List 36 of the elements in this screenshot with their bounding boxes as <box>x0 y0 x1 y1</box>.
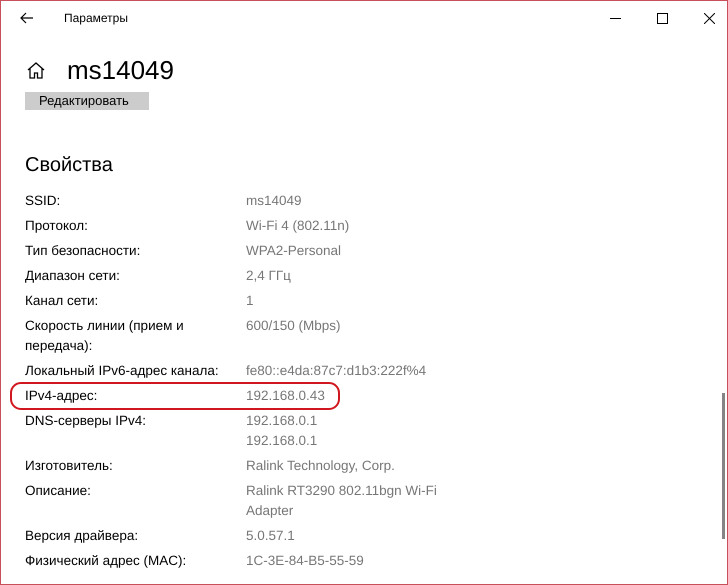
property-label: Скорость линии (прием и передача): <box>25 317 185 355</box>
property-value: Ralink Technology, Corp. <box>246 457 395 475</box>
property-value: 1 <box>246 292 254 310</box>
property-value: 192.168.0.1 <box>246 432 318 450</box>
property-value: Ralink RT3290 802.11bgn Wi-Fi Adapter <box>246 482 438 520</box>
property-value: 5.0.57.1 <box>246 527 295 545</box>
property-label: Тип безопасности: <box>25 242 142 260</box>
property-label: Описание: <box>25 482 92 500</box>
property-value: 192.168.0.43 <box>246 387 325 405</box>
property-label: Канал сети: <box>25 292 100 310</box>
property-label: Версия драйвера: <box>25 527 140 545</box>
property-label: IPv4-адрес: <box>25 387 98 405</box>
edit-button[interactable]: Редактировать <box>25 92 149 110</box>
property-label: SSID: <box>25 192 62 210</box>
home-icon[interactable] <box>27 62 45 79</box>
property-value: fe80::e4da:87c7:d1b3:222f%4 <box>246 362 426 380</box>
property-label: DNS-серверы IPv4: <box>25 412 148 430</box>
property-value: Wi-Fi 4 (802.11n) <box>246 217 350 235</box>
property-value: ms14049 <box>246 192 302 210</box>
scrollbar[interactable] <box>722 393 725 539</box>
maximize-icon[interactable] <box>657 12 668 24</box>
property-value: 192.168.0.1 <box>246 412 318 430</box>
property-value: 600/150 (Mbps) <box>246 317 341 335</box>
property-label: Физический адрес (MAC): <box>25 552 188 570</box>
property-value: WPA2-Personal <box>246 242 342 260</box>
property-label: Локальный IPv6-адрес канала: <box>25 362 220 380</box>
back-arrow-icon[interactable] <box>20 12 34 24</box>
property-label: Протокол: <box>25 217 89 235</box>
property-label: Диапазон сети: <box>25 267 121 285</box>
property-label: Изготовитель: <box>25 457 114 475</box>
section-heading: Свойства <box>25 154 114 177</box>
window-title: Параметры <box>64 11 128 25</box>
close-icon[interactable] <box>704 12 715 24</box>
property-value: 2,4 ГГц <box>246 267 291 285</box>
page-title: ms14049 <box>67 55 174 86</box>
property-value: 1C-3E-84-B5-55-59 <box>246 552 364 570</box>
